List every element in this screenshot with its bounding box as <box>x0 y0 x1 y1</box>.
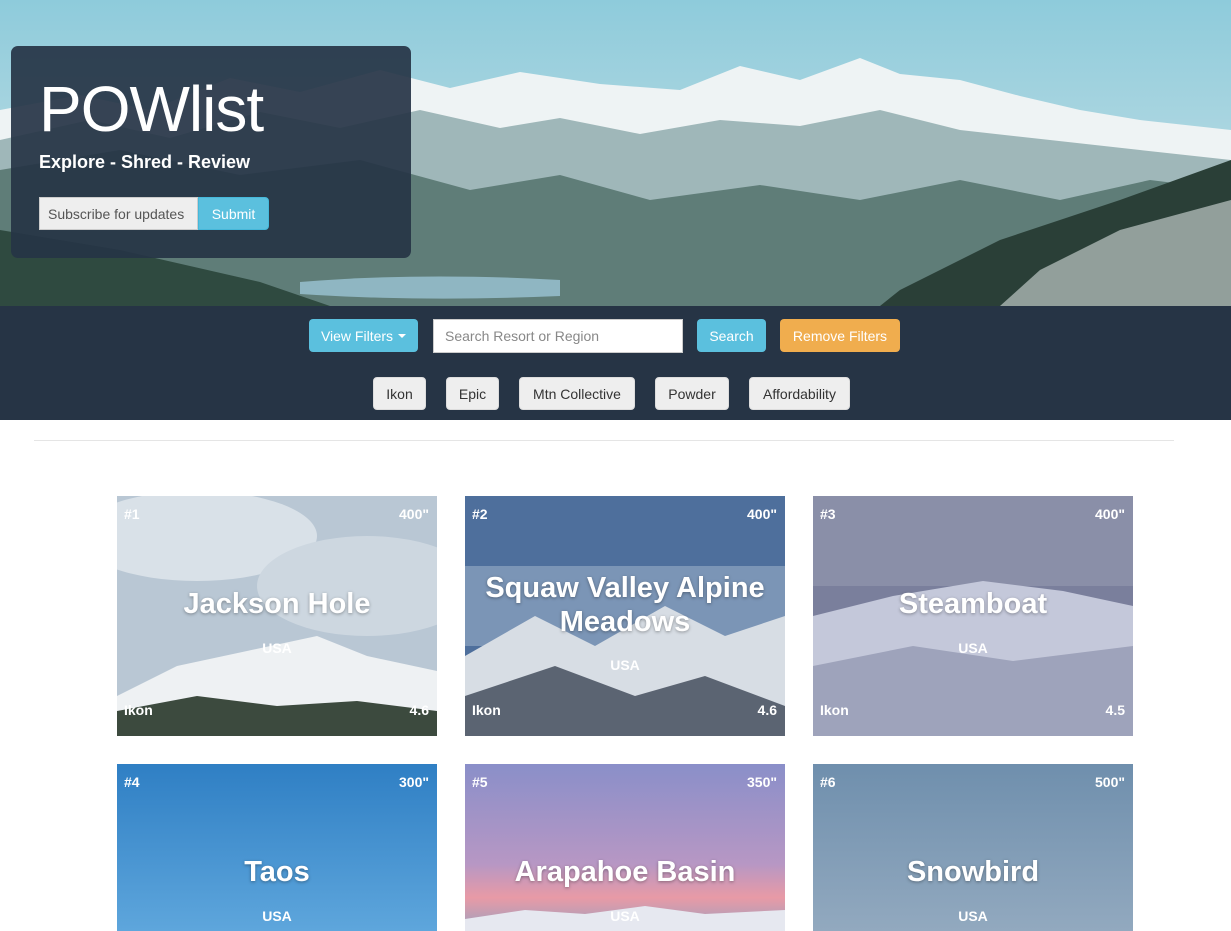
resort-card-3[interactable]: #3 400" Steamboat USA Ikon 4.5 <box>813 496 1133 736</box>
resort-country: USA <box>610 908 640 924</box>
subscribe-submit-button[interactable]: Submit <box>198 197 269 230</box>
resort-snowfall: 350" <box>747 774 777 790</box>
resort-country: USA <box>262 640 292 656</box>
resort-name: Taos <box>244 856 310 888</box>
resort-rank: #4 <box>124 774 140 790</box>
resort-country: USA <box>610 657 640 673</box>
caret-down-icon <box>398 333 407 338</box>
remove-filters-button[interactable]: Remove Filters <box>780 319 900 352</box>
site-tagline: Explore - Shred - Review <box>39 152 251 172</box>
filter-chip-ikon[interactable]: Ikon <box>373 377 426 410</box>
resort-country: USA <box>958 908 988 924</box>
resort-country: USA <box>262 908 292 924</box>
filter-chip-powder[interactable]: Powder <box>655 377 729 410</box>
resort-snowfall: 300" <box>399 774 429 790</box>
hero-banner: POWlist Explore - Shred - Review Submit <box>0 0 1231 306</box>
resort-rank: #6 <box>820 774 836 790</box>
resort-snowfall: 400" <box>399 506 429 522</box>
resort-rating: 4.6 <box>409 702 429 718</box>
resort-card-5[interactable]: #5 350" Arapahoe Basin USA <box>465 764 785 931</box>
resort-country: USA <box>958 640 988 656</box>
resort-card-4[interactable]: #4 300" Taos USA <box>117 764 437 931</box>
resort-pass: Ikon <box>472 702 501 718</box>
resort-rating: 4.5 <box>1105 702 1125 718</box>
resort-photo <box>813 764 1133 931</box>
filter-chip-mtn-collective[interactable]: Mtn Collective <box>519 377 635 410</box>
resort-name: Squaw Valley Alpine Meadows <box>485 572 765 638</box>
subscribe-email-input[interactable] <box>39 197 198 230</box>
site-title: POWlist <box>39 73 264 145</box>
resort-snowfall: 500" <box>1095 774 1125 790</box>
resort-snowfall: 400" <box>1095 506 1125 522</box>
resort-rating: 4.6 <box>757 702 777 718</box>
filter-chip-epic[interactable]: Epic <box>446 377 499 410</box>
resort-pass: Ikon <box>124 702 153 718</box>
hero-panel: POWlist Explore - Shred - Review Submit <box>11 46 411 258</box>
resort-name: Jackson Hole <box>183 588 371 620</box>
view-filters-label: View Filters <box>320 327 394 344</box>
resort-photo <box>465 764 785 931</box>
search-resort-input[interactable] <box>433 319 683 353</box>
section-divider <box>34 440 1174 441</box>
resort-card-1[interactable]: #1 400" Jackson Hole USA Ikon 4.6 <box>117 496 437 736</box>
resort-photo <box>117 764 437 931</box>
resort-card-6[interactable]: #6 500" Snowbird USA <box>813 764 1133 931</box>
resort-snowfall: 400" <box>747 506 777 522</box>
filter-bar: View Filters Search Remove Filters Ikon … <box>0 306 1231 420</box>
resort-card-2[interactable]: #2 400" Squaw Valley Alpine Meadows USA … <box>465 496 785 736</box>
resort-rank: #3 <box>820 506 836 522</box>
resort-name: Arapahoe Basin <box>514 856 736 888</box>
resort-rank: #5 <box>472 774 488 790</box>
resort-pass: Ikon <box>820 702 849 718</box>
search-button[interactable]: Search <box>697 319 766 352</box>
resort-name: Snowbird <box>906 856 1040 888</box>
view-filters-dropdown-button[interactable]: View Filters <box>309 319 418 352</box>
filter-chip-affordability[interactable]: Affordability <box>749 377 850 410</box>
resort-rank: #1 <box>124 506 140 522</box>
resort-name: Steamboat <box>898 588 1048 620</box>
resort-rank: #2 <box>472 506 488 522</box>
